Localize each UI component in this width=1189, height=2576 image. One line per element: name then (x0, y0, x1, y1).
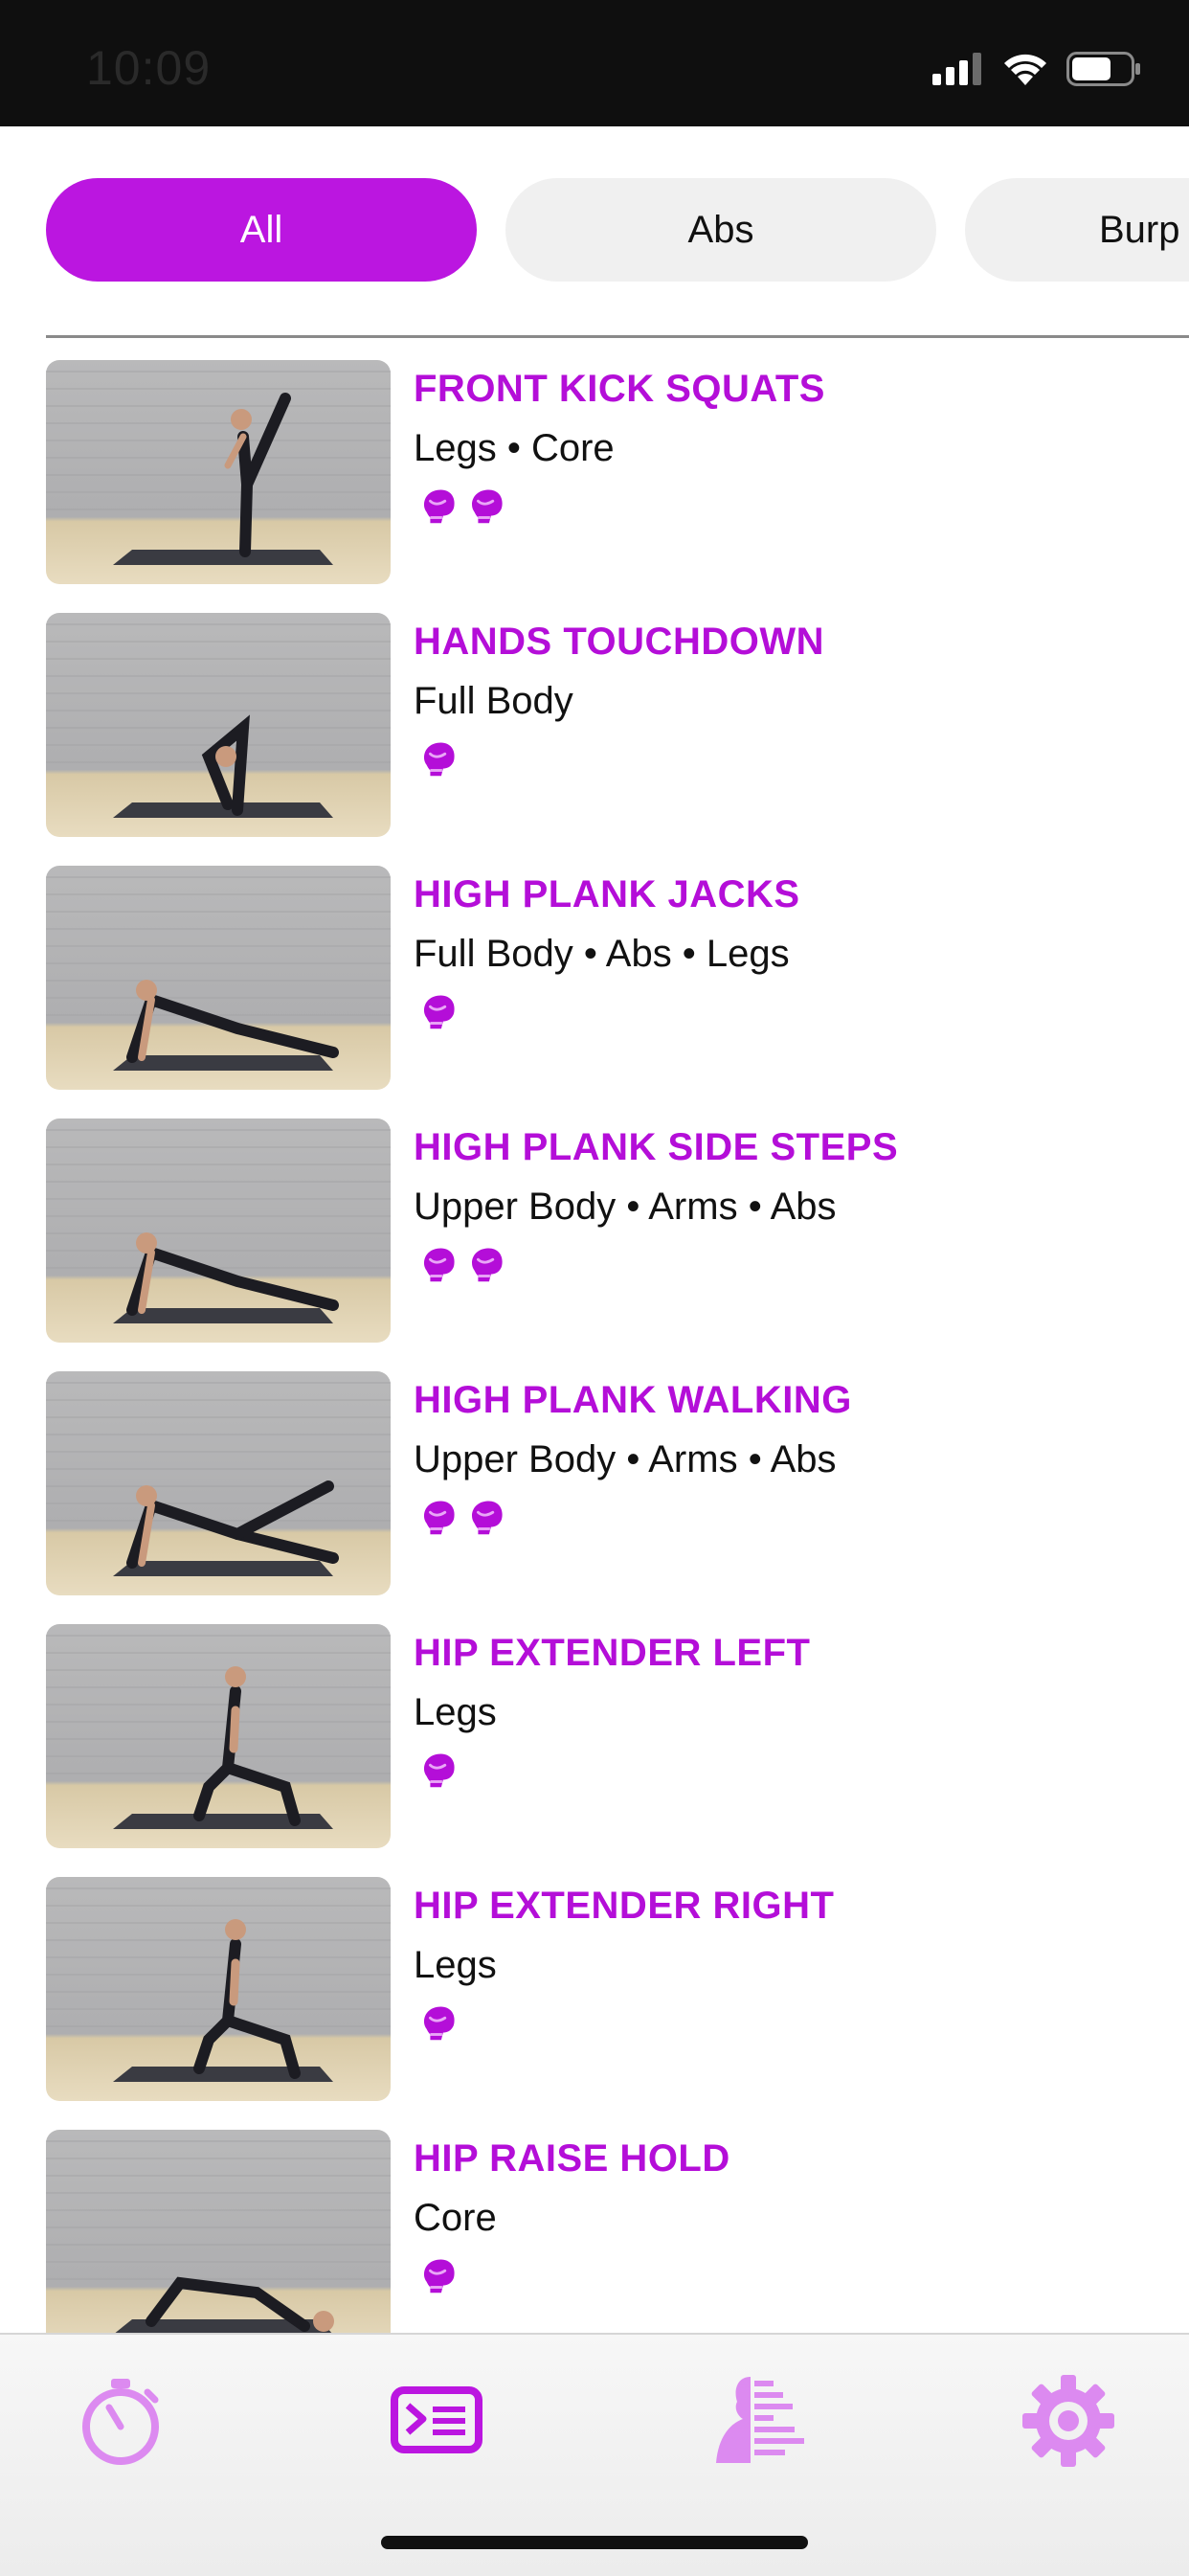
exercise-row[interactable]: HIGH PLANK SIDE STEPS Upper Body • Arms •… (0, 1119, 1189, 1371)
boxing-glove-icon (465, 1243, 509, 1292)
filter-chip-abs[interactable]: Abs (505, 178, 936, 282)
divider (46, 335, 1189, 338)
exercise-thumbnail (46, 1624, 391, 1848)
exercise-thumbnail (46, 613, 391, 837)
difficulty-rating (417, 1243, 509, 1292)
boxing-glove-icon (465, 1496, 509, 1545)
signal-icon (932, 53, 981, 85)
tab-profile-stats[interactable] (695, 2363, 810, 2478)
exercise-tags: Legs • Core (414, 427, 615, 469)
exercise-row[interactable]: HIP RAISE HOLD Core (0, 2130, 1189, 2333)
exercise-tags: Core (414, 2197, 497, 2239)
exercise-tags: Upper Body • Arms • Abs (414, 1438, 837, 1480)
difficulty-rating (417, 990, 461, 1039)
battery-icon (1066, 52, 1140, 86)
exercise-tags: Full Body • Abs • Legs (414, 933, 790, 975)
exercise-name: HIGH PLANK SIDE STEPS (414, 1126, 899, 1168)
status-icons (932, 50, 1141, 88)
difficulty-rating (417, 485, 509, 533)
home-indicator (381, 2536, 808, 2549)
difficulty-rating (417, 1749, 461, 1797)
exercise-thumbnail (46, 2130, 391, 2333)
exercise-list[interactable]: FRONT KICK SQUATS Legs • Core HANDS TOUCHD… (0, 360, 1189, 2333)
boxing-glove-icon (417, 1749, 461, 1797)
boxing-glove-icon (417, 2254, 461, 2303)
exercise-row[interactable]: HANDS TOUCHDOWN Full Body (0, 613, 1189, 866)
exercise-thumbnail (46, 1119, 391, 1343)
filter-chip-label: Burp (1099, 208, 1180, 251)
tab-gear[interactable] (1011, 2363, 1126, 2478)
exercise-row[interactable]: HIP EXTENDER RIGHT Legs (0, 1877, 1189, 2130)
boxing-glove-icon (417, 990, 461, 1039)
status-time: 10:09 (86, 41, 212, 95)
exercise-thumbnail (46, 866, 391, 1090)
exercise-name: HIP EXTENDER RIGHT (414, 1885, 835, 1927)
boxing-glove-icon (417, 1496, 461, 1545)
exercise-row[interactable]: FRONT KICK SQUATS Legs • Core (0, 360, 1189, 613)
difficulty-rating (417, 1496, 509, 1545)
exercise-tags: Upper Body • Arms • Abs (414, 1186, 837, 1228)
exercise-name: HIGH PLANK JACKS (414, 873, 800, 915)
boxing-glove-icon (417, 2001, 461, 2050)
exercise-name: FRONT KICK SQUATS (414, 368, 825, 410)
boxing-glove-icon (465, 485, 509, 533)
difficulty-rating (417, 2001, 461, 2050)
exercise-name: HANDS TOUCHDOWN (414, 621, 824, 663)
profile-stats-icon (695, 2377, 810, 2482)
exercise-thumbnail (46, 1877, 391, 2101)
filter-chips: All Abs Burp (46, 178, 1189, 282)
difficulty-rating (417, 2254, 461, 2303)
boxing-glove-icon (417, 1243, 461, 1292)
stopwatch-icon (63, 2379, 178, 2482)
exercise-row[interactable]: HIGH PLANK JACKS Full Body • Abs • Legs (0, 866, 1189, 1119)
filter-chip-burp[interactable]: Burp (965, 178, 1189, 282)
exercise-tags: Legs (414, 1691, 497, 1733)
boxing-glove-icon (417, 485, 461, 533)
status-bar: 10:09 (0, 0, 1189, 126)
exercise-tags: Legs (414, 1944, 497, 1986)
wifi-icon (1004, 54, 1046, 85)
exercise-thumbnail (46, 1371, 391, 1595)
gear-icon (1011, 2375, 1126, 2482)
filter-chip-all[interactable]: All (46, 178, 477, 282)
exercise-name: HIP EXTENDER LEFT (414, 1632, 811, 1674)
exercise-tags: Full Body (414, 680, 573, 722)
exercise-name: HIP RAISE HOLD (414, 2137, 730, 2180)
tab-stopwatch[interactable] (63, 2363, 178, 2478)
exercise-thumbnail (46, 360, 391, 584)
exercise-name: HIGH PLANK WALKING (414, 1379, 852, 1421)
filter-chip-label: Abs (687, 208, 754, 251)
boxing-glove-icon (417, 737, 461, 786)
tab-workout-list[interactable] (379, 2363, 494, 2478)
difficulty-rating (417, 737, 461, 786)
filter-chip-label: All (239, 208, 283, 251)
exercise-row[interactable]: HIGH PLANK WALKING Upper Body • Arms • Ab… (0, 1371, 1189, 1624)
workout-list-icon (379, 2386, 494, 2482)
exercise-row[interactable]: HIP EXTENDER LEFT Legs (0, 1624, 1189, 1877)
